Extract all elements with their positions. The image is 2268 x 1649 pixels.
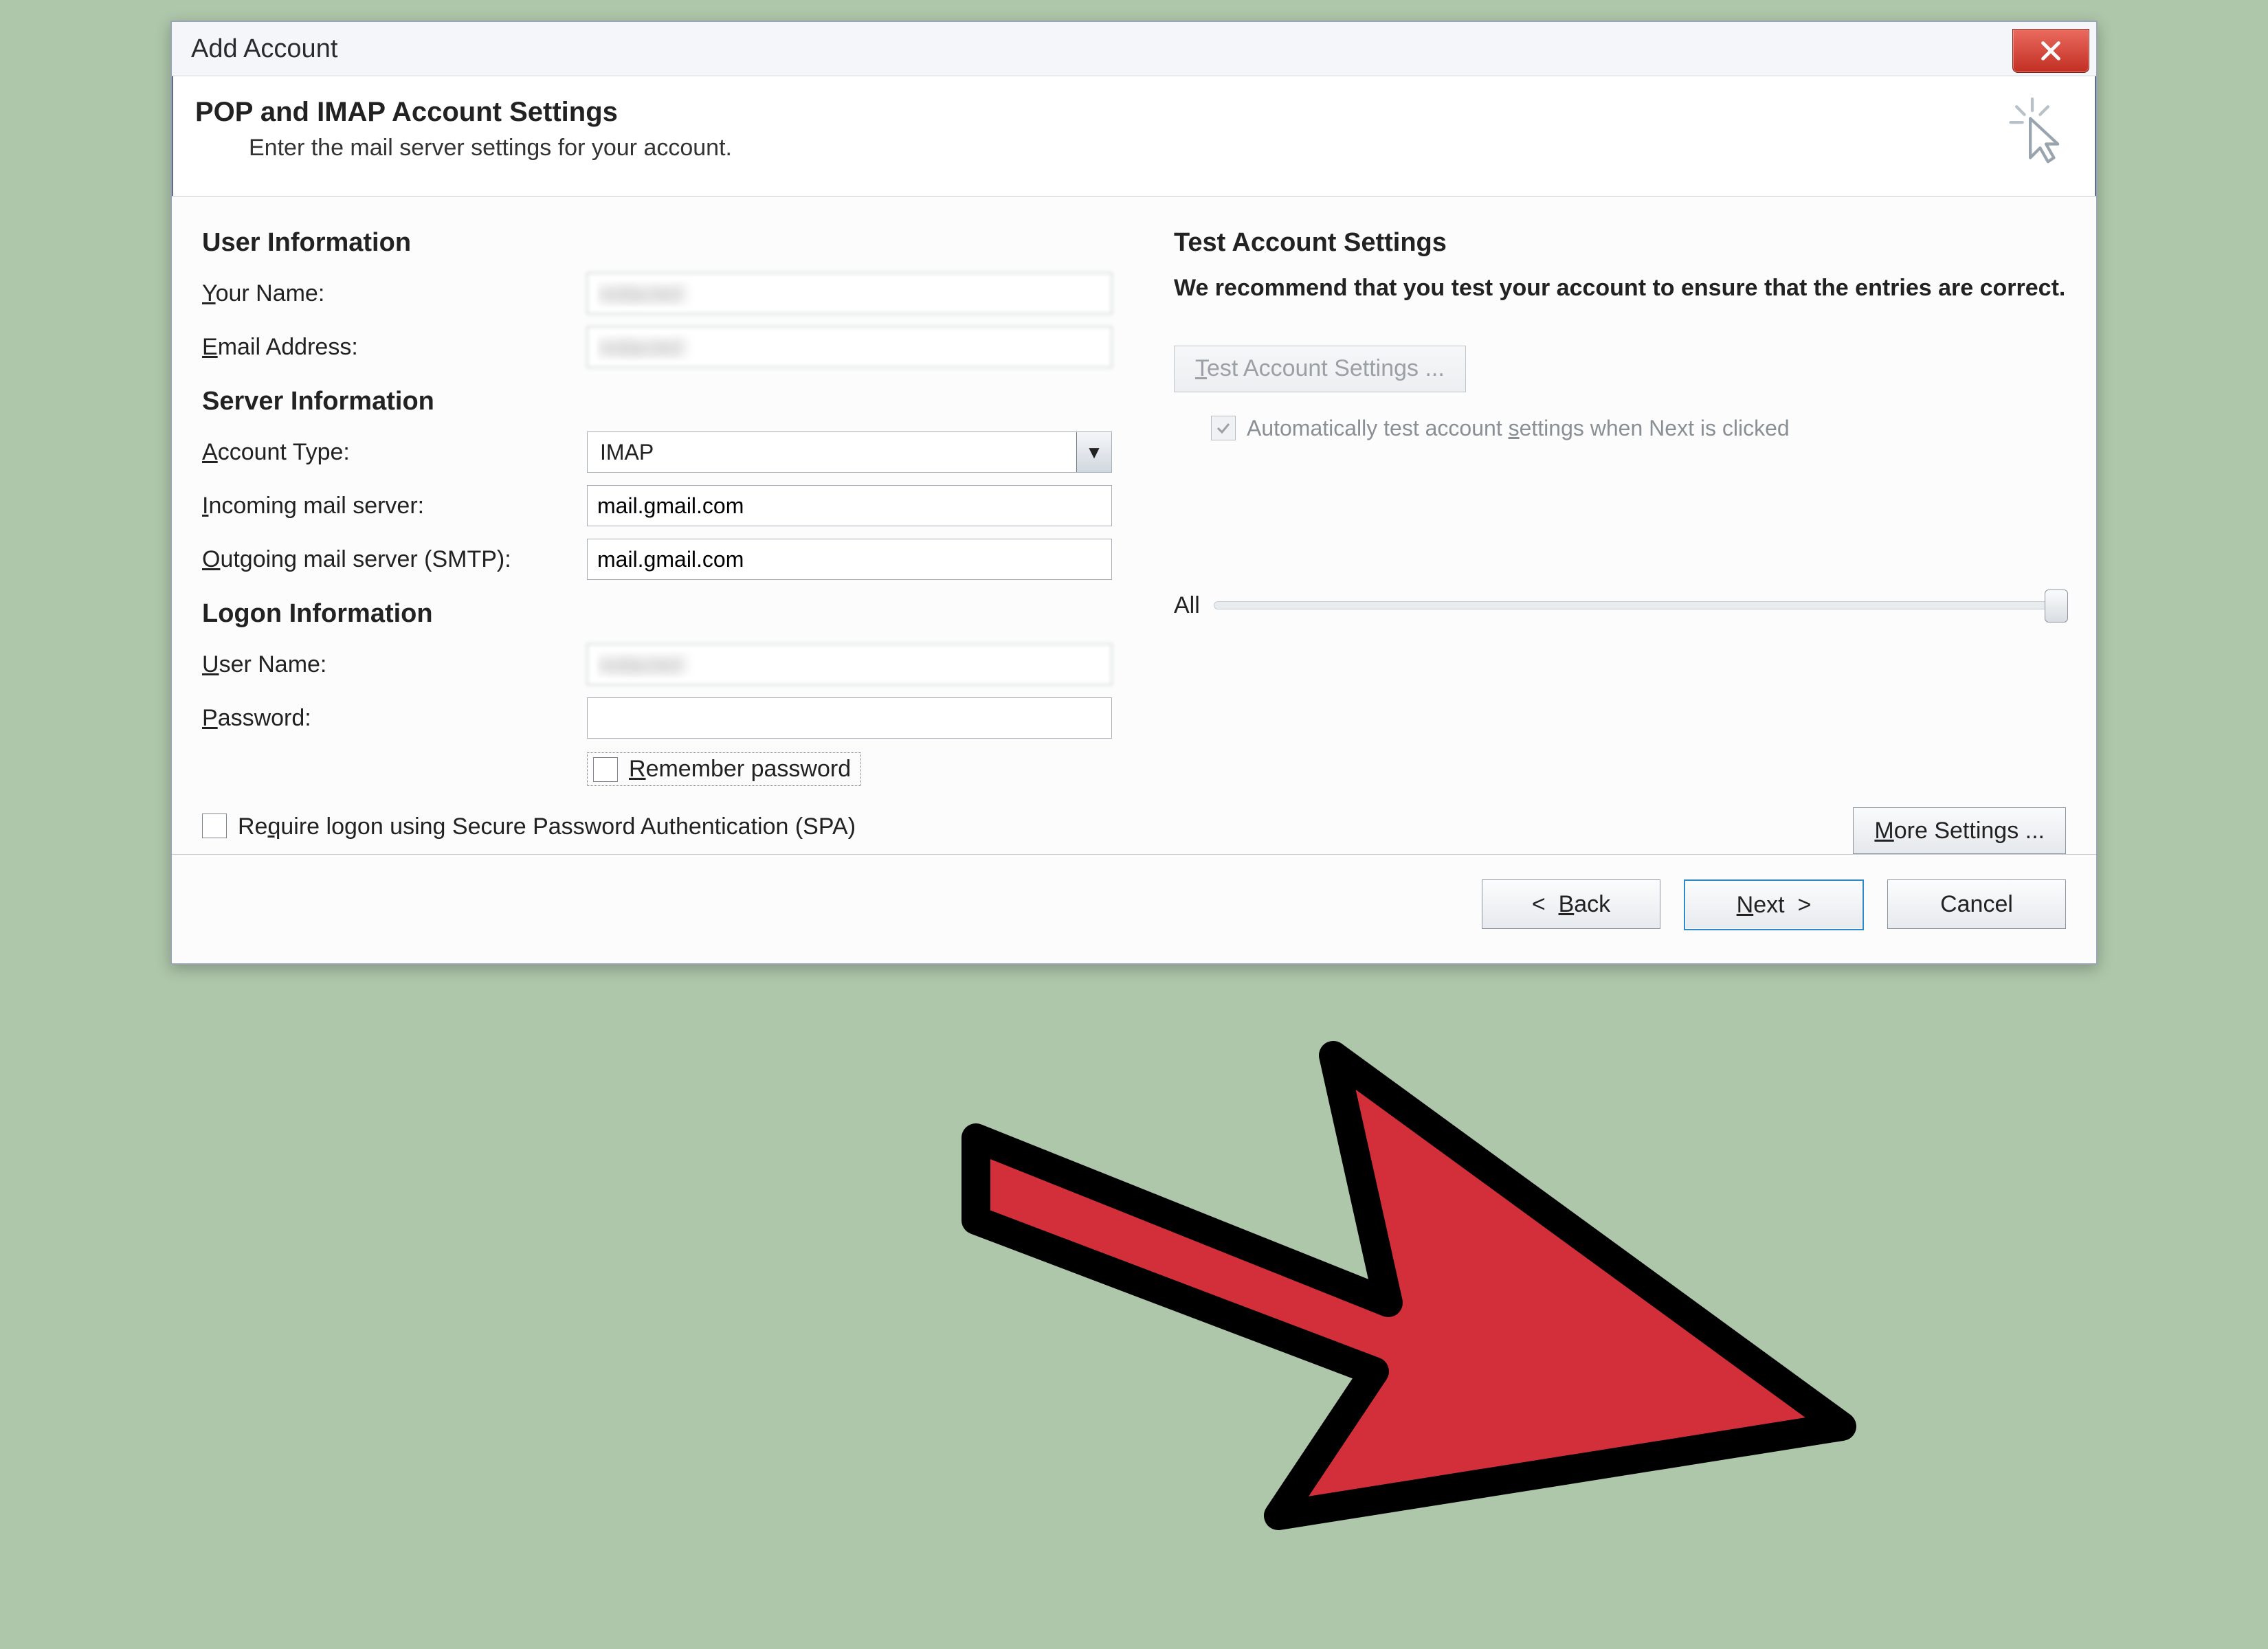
server-info-title: Server Information — [202, 387, 1112, 416]
require-spa-checkbox[interactable]: Require logon using Secure Password Auth… — [202, 814, 889, 840]
right-column: Test Account Settings We recommend that … — [1174, 228, 2066, 840]
more-settings-button[interactable]: More Settings ... — [1853, 807, 2066, 854]
test-account-settings-button[interactable]: Test Account Settings ... — [1174, 346, 1466, 392]
slider-thumb[interactable] — [2045, 590, 2068, 622]
next-button[interactable]: Next > — [1684, 879, 1864, 930]
slider-end-label: All — [1174, 592, 1200, 619]
back-button[interactable]: < Back — [1482, 879, 1660, 929]
close-icon — [2039, 39, 2063, 63]
auto-test-label: Automatically test account settings when… — [1247, 416, 1790, 441]
your-name-field[interactable] — [587, 273, 1112, 314]
checkbox-icon — [1211, 416, 1236, 440]
incoming-server-field[interactable] — [587, 485, 1112, 526]
require-spa-label: Require logon using Secure Password Auth… — [238, 814, 856, 840]
titlebar: Add Account — [172, 22, 2096, 76]
mail-offline-slider[interactable]: All — [1174, 592, 2066, 619]
email-label: Email Address: — [202, 334, 587, 361]
cancel-label: Cancel — [1940, 891, 2013, 918]
password-label: Password: — [202, 705, 587, 732]
banner-heading: POP and IMAP Account Settings — [195, 97, 732, 128]
banner-subtitle: Enter the mail server settings for your … — [249, 135, 732, 161]
dialog-body: User Information Your Name: Email Addres… — [172, 197, 2096, 854]
dialog-banner: POP and IMAP Account Settings Enter the … — [172, 76, 2096, 197]
checkbox-icon — [202, 814, 227, 838]
test-settings-blurb: We recommend that you test your account … — [1174, 273, 2066, 304]
cursor-icon — [2003, 97, 2062, 171]
username-label: User Name: — [202, 651, 587, 678]
remember-password-label: Remember password — [629, 756, 851, 783]
username-field[interactable] — [587, 644, 1112, 685]
your-name-label: Your Name: — [202, 280, 587, 307]
account-type-value: IMAP — [597, 440, 654, 465]
checkbox-icon — [593, 757, 618, 782]
account-type-dropdown[interactable]: IMAP ▼ — [587, 431, 1112, 473]
account-type-label: Account Type: — [202, 439, 587, 466]
password-field[interactable] — [587, 697, 1112, 739]
remember-password-checkbox[interactable]: Remember password — [587, 752, 861, 786]
test-settings-title: Test Account Settings — [1174, 228, 2066, 258]
wizard-footer: < Back Next > Cancel — [172, 854, 2096, 963]
email-field[interactable] — [587, 326, 1112, 368]
cancel-button[interactable]: Cancel — [1887, 879, 2066, 929]
user-info-title: User Information — [202, 228, 1112, 258]
slider-track[interactable] — [1214, 601, 2066, 609]
left-column: User Information Your Name: Email Addres… — [202, 228, 1112, 840]
chevron-down-icon: ▼ — [1076, 432, 1111, 472]
logon-info-title: Logon Information — [202, 599, 1112, 629]
outgoing-server-field[interactable] — [587, 539, 1112, 580]
outgoing-server-label: Outgoing mail server (SMTP): — [202, 546, 587, 573]
incoming-server-label: Incoming mail server: — [202, 493, 587, 519]
annotation-arrow-icon — [893, 918, 1883, 1550]
add-account-window: Add Account POP and IMAP Account Setting… — [170, 21, 2098, 965]
auto-test-checkbox[interactable]: Automatically test account settings when… — [1211, 416, 1953, 441]
close-button[interactable] — [2012, 29, 2089, 73]
window-title: Add Account — [191, 34, 337, 64]
